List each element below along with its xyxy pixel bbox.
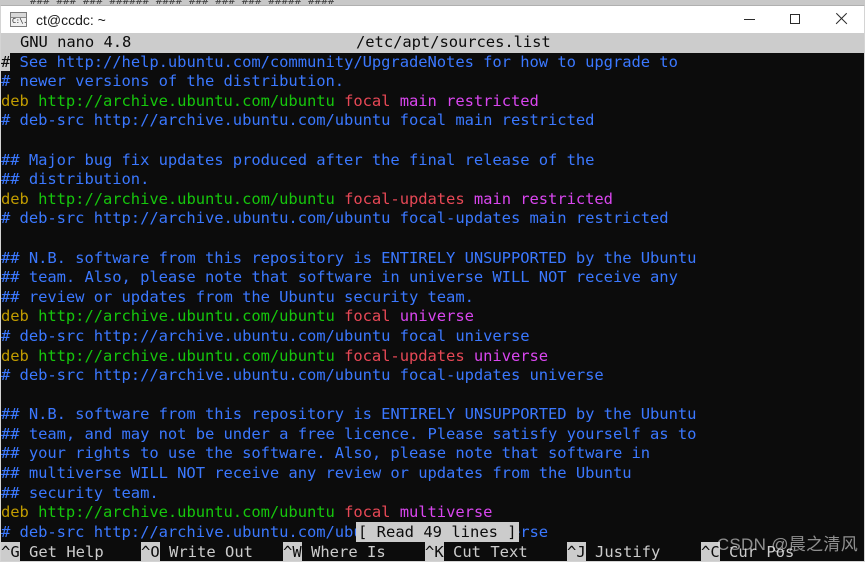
editor-line[interactable]: # See http://help.ubuntu.com/community/U… (1, 52, 864, 73)
editor-text-segment: ## your rights to use the software. Also… (1, 444, 651, 463)
editor-text-segment: See http://help.ubuntu.com/community/Upg… (10, 52, 678, 71)
terminal-screen[interactable]: GNU nano 4.8 /etc/apt/sources.list # See… (0, 33, 865, 562)
editor-text-segment: http://archive.ubuntu.com/ubuntu (38, 346, 335, 365)
shortcut-key: ^G (1, 542, 20, 561)
editor-line[interactable]: ## team. Also, please note that software… (1, 268, 864, 288)
shortcut-cut-text[interactable]: ^K Cut Text (425, 542, 528, 561)
shortcut-label: Justify (585, 543, 661, 561)
editor-text-segment: ## team. Also, please note that software… (1, 268, 678, 287)
shortcut-label: Write Out (159, 543, 253, 561)
editor-text-segment: http://archive.ubuntu.com/ubuntu (38, 307, 335, 326)
editor-text-segment: ## security team. (1, 483, 159, 502)
shortcut-key: ^J (567, 542, 586, 561)
editor-text-segment: http://archive.ubuntu.com/ubuntu (38, 503, 335, 522)
terminal-icon (10, 12, 27, 27)
editor-line[interactable]: deb http://archive.ubuntu.com/ubuntu foc… (1, 347, 864, 367)
close-icon (835, 13, 847, 25)
editor-text-segment: main restricted (464, 189, 613, 208)
editor-text-segment: ## distribution. (1, 170, 150, 189)
editor-text-segment: focal (334, 91, 391, 110)
editor-text-segment: # deb-src http://archive.ubuntu.com/ubun… (1, 366, 604, 385)
editor-text-segment: universe (464, 346, 549, 365)
csdn-watermark: CSDN @晨之清风 (716, 535, 858, 554)
shortcut-label: Where Is (301, 543, 386, 561)
editor-text-segment: ## N.B. software from this repository is… (1, 405, 697, 424)
editor-line[interactable]: deb http://archive.ubuntu.com/ubuntu foc… (1, 307, 864, 327)
editor-line[interactable]: ## team, and may not be under a free lic… (1, 425, 864, 445)
editor-text-segment: http://archive.ubuntu.com/ubuntu (38, 189, 335, 208)
editor-text-segment: focal-updates (334, 189, 465, 208)
editor-line[interactable]: ## Major bug fix updates produced after … (1, 151, 864, 171)
shortcut-write-out[interactable]: ^O Write Out (141, 542, 253, 561)
editor-text-segment: # deb-src http://archive.ubuntu.com/ubun… (1, 209, 669, 228)
editor-text-segment: http://archive.ubuntu.com/ubuntu (38, 91, 335, 110)
editor-text-segment: ## team, and may not be under a free lic… (1, 424, 697, 443)
editor-line[interactable]: # newer versions of the distribution. (1, 72, 864, 92)
editor-line[interactable]: # deb-src http://archive.ubuntu.com/ubun… (1, 209, 864, 229)
window-controls (726, 6, 864, 34)
editor-line[interactable]: deb http://archive.ubuntu.com/ubuntu foc… (1, 92, 864, 112)
editor-text-segment: focal (334, 503, 391, 522)
window-title: ct@ccdc: ~ (36, 11, 106, 28)
editor-line[interactable]: ## your rights to use the software. Also… (1, 444, 864, 464)
titlebar-left-group: ct@ccdc: ~ (1, 12, 726, 28)
editor-line[interactable] (1, 131, 864, 151)
nano-version-label: GNU nano 4.8 (20, 33, 132, 51)
status-message: [ Read 49 lines ] (356, 522, 519, 542)
editor-line[interactable]: ## multiverse WILL NOT receive any revie… (1, 464, 864, 484)
editor-text-segment: main restricted (390, 91, 539, 110)
shortcut-get-help[interactable]: ^G Get Help (1, 542, 104, 561)
editor-text-segment: ## multiverse WILL NOT receive any revie… (1, 464, 632, 483)
shortcut-label: Cut Text (443, 543, 528, 561)
editor-line[interactable]: deb http://archive.ubuntu.com/ubuntu foc… (1, 503, 864, 523)
editor-text-segment: deb (1, 346, 39, 365)
maximize-icon (790, 14, 800, 24)
editor-line[interactable]: # deb-src http://archive.ubuntu.com/ubun… (1, 327, 864, 347)
maximize-button[interactable] (772, 6, 818, 33)
shortcut-justify[interactable]: ^J Justify (567, 542, 661, 561)
editor-line[interactable]: ## distribution. (1, 170, 864, 190)
shortcut-key: ^W (283, 542, 302, 561)
editor-text-segment: universe (390, 307, 474, 326)
nano-edit-area[interactable]: # See http://help.ubuntu.com/community/U… (1, 52, 864, 543)
editor-line[interactable] (1, 386, 864, 406)
editor-text-segment: deb (1, 189, 39, 208)
editor-line[interactable]: ## N.B. software from this repository is… (1, 405, 864, 425)
shortcut-where-is[interactable]: ^W Where Is (283, 542, 386, 561)
editor-line[interactable]: ## security team. (1, 484, 864, 504)
editor-text-segment: multiverse (390, 503, 493, 522)
editor-line[interactable]: ## N.B. software from this repository is… (1, 249, 864, 269)
nano-header-bar: GNU nano 4.8 /etc/apt/sources.list (1, 33, 864, 53)
editor-text-segment: deb (1, 91, 39, 110)
editor-text-segment: deb (1, 307, 39, 326)
text-cursor: # (1, 52, 11, 71)
editor-line[interactable]: # deb-src http://archive.ubuntu.com/ubun… (1, 111, 864, 131)
shortcut-key: ^K (425, 542, 444, 561)
editor-text-segment: ## review or updates from the Ubuntu sec… (1, 287, 474, 306)
editor-text-segment: focal-updates (334, 346, 465, 365)
editor-text-segment: ## Major bug fix updates produced after … (1, 150, 595, 169)
nano-filename-label: /etc/apt/sources.list (356, 33, 551, 51)
close-button[interactable] (818, 6, 864, 33)
shortcut-label: Get Help (19, 543, 104, 561)
editor-line[interactable]: ## review or updates from the Ubuntu sec… (1, 288, 864, 308)
terminal-window: ### ### ### ###### #### ### ### ### ####… (0, 0, 865, 562)
editor-text-segment: focal (334, 307, 391, 326)
window-titlebar[interactable]: ct@ccdc: ~ (0, 5, 865, 33)
editor-text-segment: # deb-src http://archive.ubuntu.com/ubun… (1, 326, 530, 345)
editor-line[interactable] (1, 229, 864, 249)
editor-text-segment: # deb-src http://archive.ubuntu.com/ubun… (1, 111, 595, 130)
editor-text-segment: ## N.B. software from this repository is… (1, 248, 697, 267)
editor-line[interactable]: # deb-src http://archive.ubuntu.com/ubun… (1, 366, 864, 386)
editor-text-segment: deb (1, 503, 39, 522)
editor-text-segment: # newer versions of the distribution. (1, 72, 345, 91)
editor-line[interactable]: deb http://archive.ubuntu.com/ubuntu foc… (1, 190, 864, 210)
minimize-button[interactable] (726, 6, 772, 33)
minimize-icon (743, 18, 755, 20)
shortcut-key: ^O (141, 542, 160, 561)
